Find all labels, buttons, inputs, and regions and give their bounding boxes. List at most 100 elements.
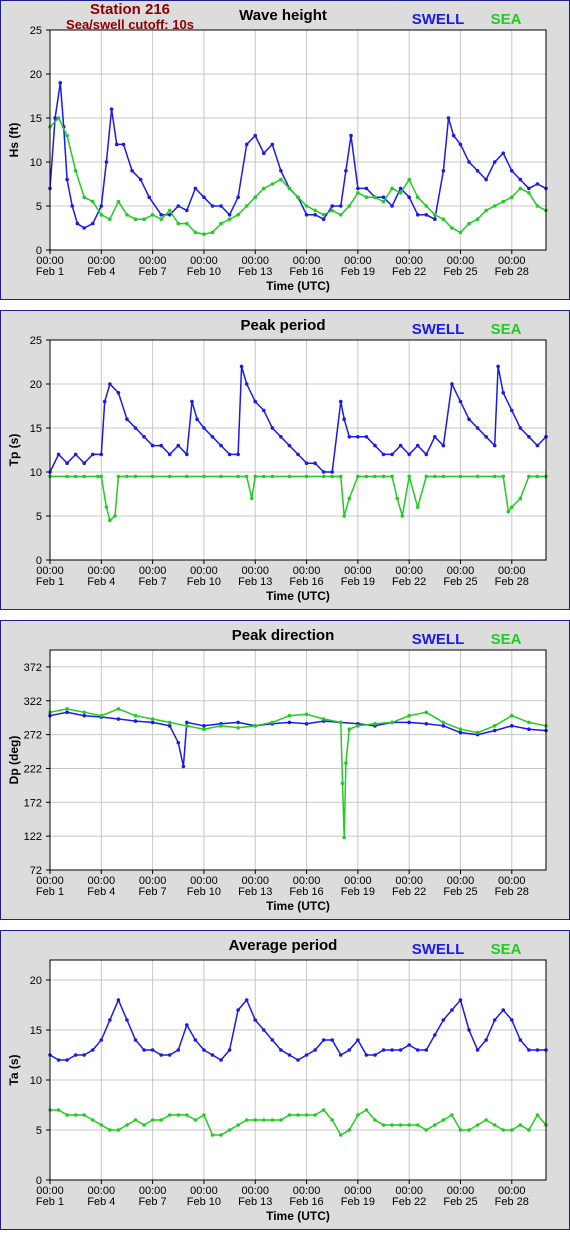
chart1-series-sea-point <box>330 474 335 479</box>
chart3-series-swell-point <box>501 1008 506 1012</box>
chart3-series-sea-point <box>116 1128 121 1132</box>
chart3-series-sea-point <box>219 1133 223 1137</box>
chart0-series-sea-point <box>167 208 172 213</box>
chart0-xtick-date-6: Feb 19 <box>341 266 375 278</box>
chart0-series-swell-point <box>458 142 463 147</box>
chart1-ytick-label-3: 15 <box>30 423 42 435</box>
chart2-series-sea-point <box>407 713 411 718</box>
chart0-series-sea-point <box>501 199 506 204</box>
chart3-series-sea-point <box>356 1113 360 1117</box>
chart3-series-swell-point <box>441 1018 446 1022</box>
chart3-series-sea-point <box>492 1123 497 1127</box>
chart2-series-swell-point <box>82 713 87 718</box>
chart1-series-sea-point <box>116 474 121 479</box>
chart3-series-swell-point <box>415 1048 420 1052</box>
chart3-series-sea-point <box>364 1108 369 1112</box>
chart3-series-sea-point <box>330 1118 335 1122</box>
chart2-series-sea-point <box>116 707 121 711</box>
chart1-series-swell-point <box>261 408 266 413</box>
chart3-series-swell-point <box>261 1028 266 1032</box>
chart3-series-sea-point <box>56 1108 61 1112</box>
chart0-series-sea-point <box>159 217 163 221</box>
chart1-series-swell-point <box>125 417 129 422</box>
chart0-series-swell-point <box>138 177 143 182</box>
chart0-series-swell-point <box>535 182 540 186</box>
chart2-series-swell-point <box>181 764 186 769</box>
chart3-series-swell-point <box>518 1038 523 1042</box>
chart0-series-swell-point <box>75 221 80 226</box>
chart0-xtick-date-2: Feb 7 <box>139 266 167 278</box>
chart1-series-swell-point <box>441 443 446 448</box>
chart3-series-swell-point <box>509 1018 514 1022</box>
chart1-series-sea-point <box>433 474 437 479</box>
chart3-series-swell-point <box>321 1038 326 1042</box>
chart1-series-swell-point <box>102 399 107 404</box>
chart1-series-sea-point <box>304 474 309 479</box>
chart0-series-swell-point <box>484 177 488 182</box>
chart3-series-swell-point <box>56 1058 61 1062</box>
chart2-series-swell-point <box>492 728 497 733</box>
chart0-series-sea-point <box>90 199 95 204</box>
chart3-series-swell-point <box>253 1018 258 1022</box>
chart2-series-swell-point <box>509 724 514 728</box>
chart1-series-swell-point <box>450 382 454 386</box>
chart2-xtick-date-8: Feb 25 <box>443 886 477 898</box>
chart1-xtick-date-1: Feb 4 <box>87 576 115 588</box>
chart0-series-sea-point <box>125 213 129 217</box>
chart3-series-sea-point <box>458 1128 463 1132</box>
chart0-series-swell-point <box>415 213 420 217</box>
chart0-plot-area <box>50 30 546 250</box>
chart2-ylabel: Dp (deg) <box>7 736 21 785</box>
chart3-series-sea-point <box>193 1118 198 1122</box>
chart3-xtick-date-7: Feb 22 <box>392 1196 426 1208</box>
chart1-series-sea-point <box>501 474 506 479</box>
chart3-series-swell-point <box>373 1053 377 1057</box>
chart0-series-swell-point <box>349 133 353 138</box>
chart1-series-swell-point <box>373 443 377 448</box>
chart0-series-sea-point <box>210 230 215 235</box>
chart1-series-swell-point <box>176 443 181 448</box>
chart1-series-swell-point <box>330 470 335 474</box>
chart3-series-sea-point <box>509 1128 514 1132</box>
chart0-series-sea-point <box>484 208 488 213</box>
chart1-legend-swell: SWELL <box>412 321 465 338</box>
chart2-ytick-label-6: 372 <box>24 662 42 674</box>
chart3-series-swell-point <box>150 1048 155 1052</box>
chart3-series-swell-point <box>296 1058 300 1062</box>
chart3-series-swell-point <box>492 1018 497 1022</box>
chart0-xtick-date-9: Feb 28 <box>495 266 529 278</box>
chart2-xlabel: Time (UTC) <box>266 899 330 913</box>
chart0-ytick-label-4: 20 <box>30 69 42 81</box>
chart1-series-sea-point <box>65 474 69 479</box>
chart2-series-sea-point <box>270 720 275 725</box>
chart1-series-swell-point <box>296 452 300 457</box>
chart3-series-swell-point <box>535 1048 540 1052</box>
chart0-series-sea-point <box>133 217 138 221</box>
chart0-series-sea-point <box>99 213 104 217</box>
chart2-xtick-date-7: Feb 22 <box>392 886 426 898</box>
chart3-ytick-label-2: 10 <box>30 1075 42 1087</box>
chart3-series-sea-point <box>424 1128 429 1132</box>
chart1-series-swell-point <box>99 452 104 457</box>
chart0-series-swell-point <box>279 169 283 173</box>
chart0-xtick-date-3: Feb 10 <box>187 266 221 278</box>
chart1-series-swell-point <box>227 452 232 457</box>
chart0-series-swell-point <box>364 186 369 191</box>
chart2-series-sea-point <box>527 720 531 725</box>
chart1-series-sea-point <box>113 514 117 518</box>
chart1-series-swell-point <box>527 435 531 439</box>
chart1-series-swell-point <box>342 417 346 422</box>
chart0-series-sea-point <box>347 204 352 208</box>
chart2-series-swell-point <box>167 724 172 728</box>
chart1-series-sea-point <box>261 474 266 479</box>
chart3-series-swell-point <box>82 1053 87 1057</box>
chart1-ylabel: Tp (s) <box>7 434 21 467</box>
chart0-series-swell-point <box>527 186 531 191</box>
chart1-series-swell-point <box>458 399 463 404</box>
chart0-series-sea-point <box>185 221 189 226</box>
chart1-series-sea-point <box>108 518 112 523</box>
chart0-series-swell-point <box>451 133 456 138</box>
chart0-series-swell-point <box>501 151 506 155</box>
chart3-series-sea-point <box>321 1108 326 1112</box>
chart0-series-swell-point <box>390 204 394 208</box>
